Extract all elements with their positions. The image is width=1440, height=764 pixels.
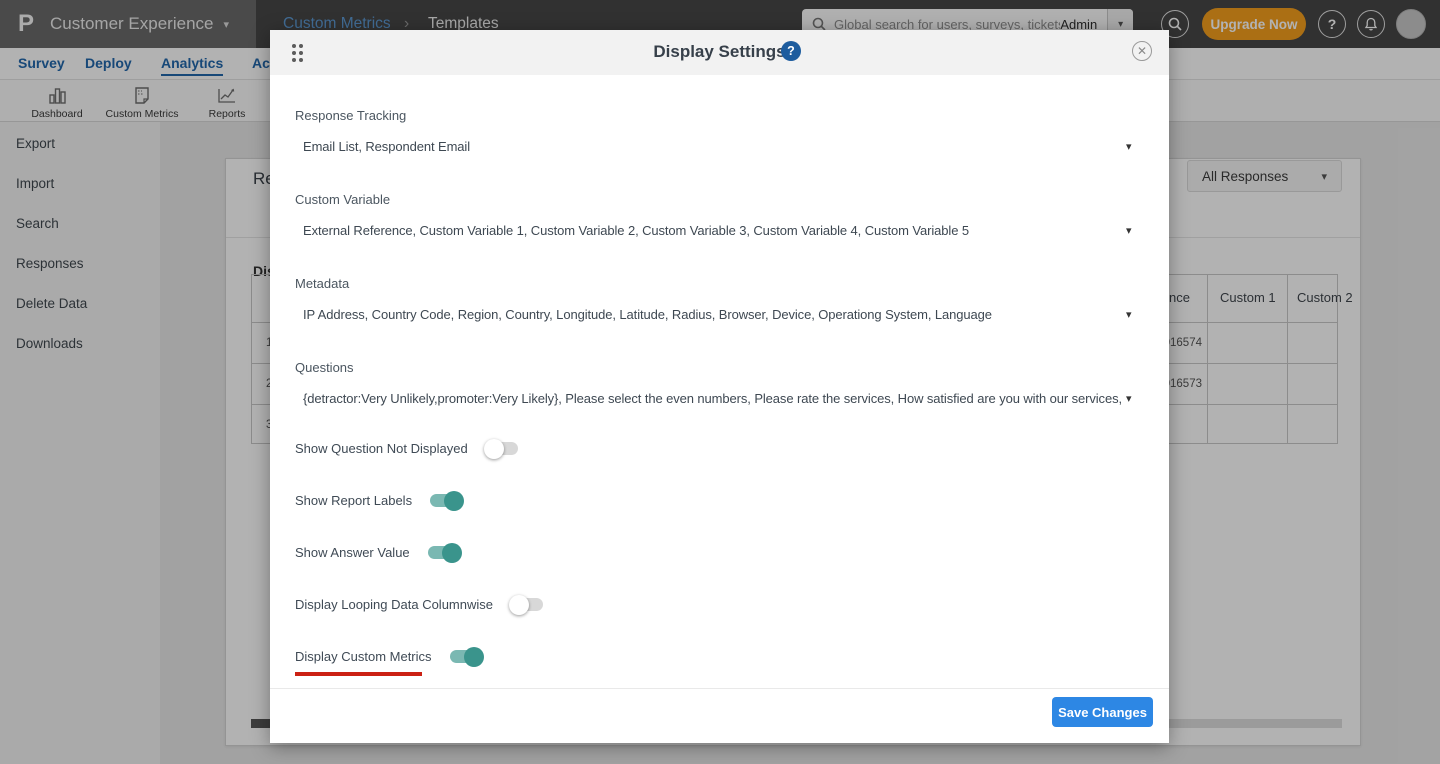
toggle-knob — [444, 491, 464, 511]
toggle-show-question-not-displayed[interactable] — [486, 442, 518, 455]
toggle-row-show-answer-value: Show Answer Value — [295, 545, 460, 560]
toggle-show-answer-value[interactable] — [428, 546, 460, 559]
select-questions[interactable]: {detractor:Very Unlikely,promoter:Very L… — [303, 391, 1121, 406]
toggle-row-display-custom-metrics: Display Custom Metrics — [295, 649, 482, 664]
chevron-down-icon[interactable]: ▾ — [1126, 140, 1132, 153]
select-metadata[interactable]: IP Address, Country Code, Region, Countr… — [303, 307, 1121, 322]
modal-title: Display Settings — [270, 42, 1169, 62]
modal-header: Display Settings ? ✕ — [270, 30, 1169, 75]
question-mark-icon: ? — [787, 44, 795, 58]
field-label-custom-variable: Custom Variable — [295, 192, 390, 207]
toggle-label: Display Custom Metrics — [295, 649, 432, 664]
save-changes-button[interactable]: Save Changes — [1052, 697, 1153, 727]
select-custom-variable[interactable]: External Reference, Custom Variable 1, C… — [303, 223, 1121, 238]
toggle-label: Display Looping Data Columnwise — [295, 597, 493, 612]
highlight-underline — [295, 672, 422, 676]
field-label-questions: Questions — [295, 360, 354, 375]
chevron-down-icon[interactable]: ▾ — [1126, 224, 1132, 237]
modal-help-button[interactable]: ? — [781, 41, 801, 61]
toggle-show-report-labels[interactable] — [430, 494, 462, 507]
toggle-row-show-report-labels: Show Report Labels — [295, 493, 462, 508]
field-label-metadata: Metadata — [295, 276, 349, 291]
display-settings-modal: Display Settings ? ✕ Response Tracking E… — [270, 30, 1169, 743]
field-label-response-tracking: Response Tracking — [295, 108, 406, 123]
toggle-knob — [442, 543, 462, 563]
toggle-label: Show Answer Value — [295, 545, 410, 560]
divider — [270, 688, 1169, 689]
toggle-row-show-question-not-displayed: Show Question Not Displayed — [295, 441, 518, 456]
close-icon[interactable]: ✕ — [1132, 41, 1152, 61]
select-response-tracking[interactable]: Email List, Respondent Email — [303, 139, 1121, 154]
toggle-label: Show Report Labels — [295, 493, 412, 508]
toggle-display-custom-metrics[interactable] — [450, 650, 482, 663]
toggle-row-display-looping-data: Display Looping Data Columnwise — [295, 597, 543, 612]
chevron-down-icon[interactable]: ▾ — [1126, 392, 1132, 405]
toggle-label: Show Question Not Displayed — [295, 441, 468, 456]
chevron-down-icon[interactable]: ▾ — [1126, 308, 1132, 321]
toggle-knob — [509, 595, 529, 615]
toggle-knob — [464, 647, 484, 667]
toggle-knob — [484, 439, 504, 459]
toggle-display-looping-data-columnwise[interactable] — [511, 598, 543, 611]
